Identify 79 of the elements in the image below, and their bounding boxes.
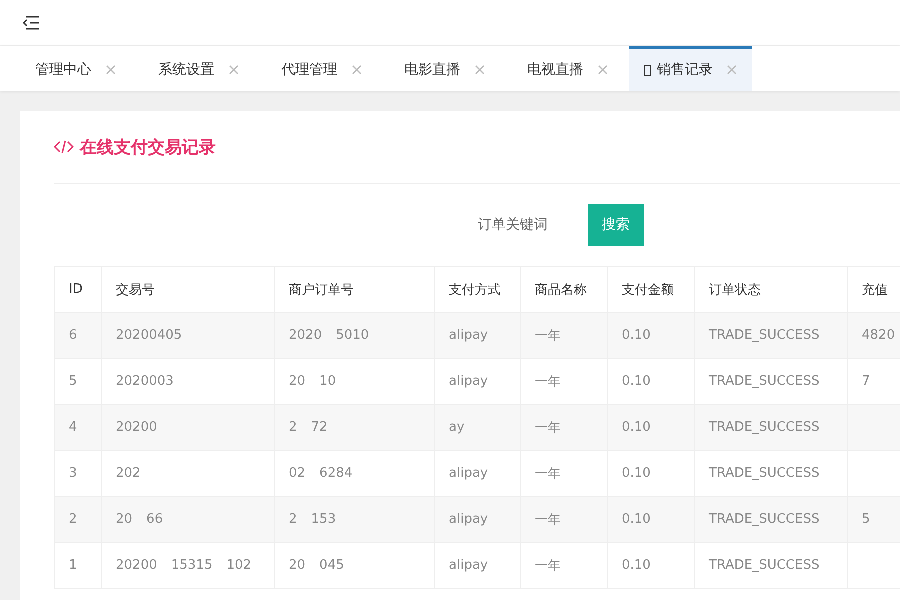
table-cell-text: 102: [226, 558, 252, 573]
table-cell-text: 2: [289, 420, 298, 435]
table-cell-text: 20: [289, 374, 306, 389]
tab[interactable]: 管理中心: [14, 46, 137, 91]
table-cell-text: 4: [69, 420, 78, 435]
column-header: 交易号: [116, 282, 155, 298]
table-cell-text: 66: [146, 512, 164, 527]
table-cell-text: 6284: [320, 466, 353, 481]
table-cell-text: ay: [449, 420, 465, 435]
table-cell-text: 5: [862, 512, 870, 527]
table-cell-text: 7: [862, 374, 870, 389]
close-icon[interactable]: [106, 65, 116, 75]
table-cell-text: 15315: [171, 558, 213, 573]
tab[interactable]: 电影直播: [383, 46, 506, 91]
menu-icon[interactable]: [22, 16, 40, 30]
table-cell-text: 2: [289, 512, 298, 527]
table-cell-text: 72: [311, 420, 328, 435]
column-header: 商品名称: [535, 282, 587, 298]
table-cell-text: 20200: [116, 420, 158, 435]
table-cell-text: 0.10: [622, 558, 651, 573]
table-cell-text: alipay: [449, 328, 488, 343]
table-cell-text: TRADE_SUCCESS: [709, 466, 820, 481]
table-cell-text: 一年: [535, 420, 561, 436]
table-cell-text: 2: [69, 512, 78, 527]
tab[interactable]: 销售记录: [629, 46, 752, 91]
table-cell-text: 0.10: [622, 420, 651, 435]
panel-title: 在线支付交易记录: [80, 136, 216, 158]
table-cell-text: 6: [69, 328, 78, 343]
table-cell-text: 2020: [289, 328, 322, 343]
close-icon[interactable]: [727, 65, 737, 75]
table-cell-text: 0.10: [622, 374, 651, 389]
table-cell-text: TRADE_SUCCESS: [709, 328, 820, 343]
table-cell-text: 20: [289, 558, 306, 573]
table-cell-text: alipay: [449, 466, 488, 481]
close-icon[interactable]: [474, 65, 484, 75]
table-cell-text: 4820: [862, 328, 896, 343]
document-icon: [644, 64, 651, 76]
column-header: 充值: [862, 282, 888, 298]
table-cell-text: 20200405: [116, 328, 182, 343]
table-cell-text: 20: [116, 512, 133, 527]
table-cell-text: 3: [69, 466, 78, 481]
table-cell-text: alipay: [449, 512, 488, 527]
table-cell-text: TRADE_SUCCESS: [709, 374, 820, 389]
table-cell-text: 一年: [535, 328, 561, 344]
table-cell-text: 0.10: [622, 466, 651, 481]
tab[interactable]: 电视直播: [506, 46, 629, 91]
table-cell-text: TRADE_SUCCESS: [709, 512, 820, 527]
table-cell-text: 202: [116, 466, 141, 481]
table-cell-text: 0.10: [622, 512, 651, 527]
close-icon[interactable]: [228, 65, 238, 75]
table-cell-text: 153: [311, 512, 336, 527]
table-cell-text: 1: [69, 558, 78, 573]
table-cell-text: 045: [320, 558, 344, 573]
table-cell-text: 5010: [336, 328, 370, 343]
column-header: 支付金额: [622, 282, 674, 298]
table-cell-text: alipay: [449, 374, 488, 389]
table-cell-text: 5: [69, 374, 78, 389]
tab[interactable]: 系统设置: [137, 46, 260, 91]
tab[interactable]: 代理管理: [260, 46, 383, 91]
table-cell-text: 一年: [535, 466, 561, 482]
code-icon: [54, 140, 74, 154]
search-field-label: 订单关键词: [478, 216, 549, 234]
table-cell-text: 一年: [535, 374, 561, 390]
table-cell-text: 2020003: [116, 374, 174, 389]
table-cell-text: TRADE_SUCCESS: [709, 420, 820, 435]
table-cell-text: 02: [289, 466, 306, 481]
column-header: 订单状态: [709, 282, 761, 298]
table-cell-text: 20200: [116, 558, 158, 573]
close-icon[interactable]: [598, 65, 608, 75]
column-header: ID: [69, 282, 83, 297]
table-cell-text: 10: [320, 374, 336, 389]
table-cell-text: alipay: [449, 558, 488, 573]
table-cell-text: 一年: [535, 512, 561, 528]
table-cell-text: 0.10: [622, 328, 651, 343]
column-header: 支付方式: [449, 282, 501, 298]
close-icon[interactable]: [352, 65, 362, 75]
table-cell-text: TRADE_SUCCESS: [709, 558, 820, 573]
table-cell-text: 一年: [535, 558, 561, 574]
column-header: 商户订单号: [289, 282, 354, 298]
